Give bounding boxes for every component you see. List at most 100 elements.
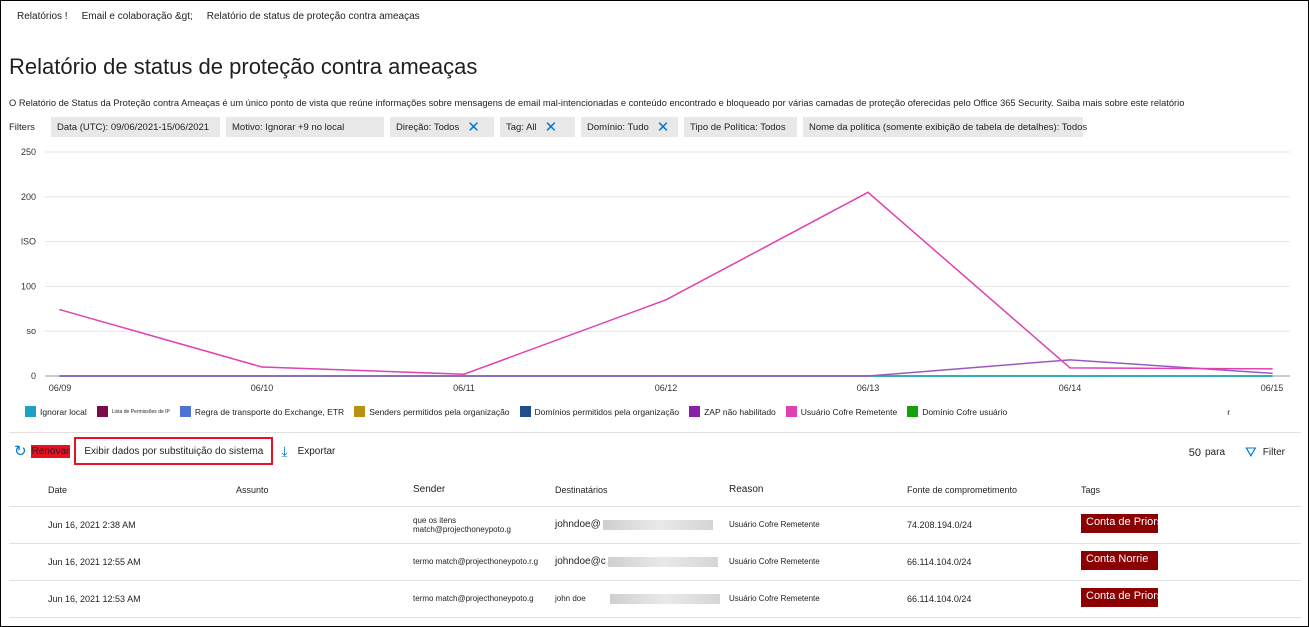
legend-label: r [1227, 406, 1231, 417]
y-tick-label: 0 [31, 371, 36, 381]
data-point[interactable] [867, 191, 869, 194]
download-icon[interactable]: ⤓ [281, 443, 287, 460]
filter-chip-label: Tag: All [506, 121, 537, 133]
data-point[interactable] [261, 366, 263, 368]
table-row[interactable]: Jun 16, 2021 12:55 AM termo match@projec… [9, 543, 1301, 581]
refresh-icon[interactable]: ↻ [14, 442, 27, 460]
data-point[interactable] [59, 375, 61, 377]
legend-label: Domínios permitidos pela organização [534, 406, 680, 417]
filter-chip-label: Tipo de Política: Todos [690, 121, 786, 133]
legend-label: Ignorar local [40, 406, 87, 417]
data-point[interactable] [1271, 375, 1273, 377]
legend-item[interactable]: Senders permitidos pela organização [354, 406, 510, 417]
item-count-suffix: para [1204, 447, 1225, 458]
column-header-sender[interactable]: Sender [379, 474, 555, 507]
cell-date: Jun 16, 2021 12:55 AM [9, 543, 199, 581]
filter-icon[interactable]: ⛛ [1245, 444, 1257, 461]
filter-chip-tag[interactable]: Tag: All ✕ [500, 117, 575, 137]
data-point[interactable] [1271, 372, 1273, 375]
column-header-date[interactable]: Date [9, 474, 199, 507]
filter-chip-label: Data (UTC): 09/06/2021-15/06/2021 [57, 121, 210, 133]
filter-chip-policy-type[interactable]: Tipo de Política: Todos [684, 117, 797, 137]
breadcrumb-email-collab[interactable]: Email e colaboração &gt; [82, 11, 193, 22]
cell-reason: Usuário Cofre Remetente [729, 543, 907, 581]
legend-item[interactable]: Lista de Permissões de IP [96, 406, 170, 417]
legend-item[interactable]: Regra de transporte do Exchange, ETR [179, 406, 344, 417]
legend-swatch [179, 406, 191, 417]
system-override-button[interactable]: Exibir dados por substituição do sistema [74, 437, 274, 465]
legend-swatch [689, 406, 701, 417]
data-point[interactable] [463, 375, 465, 377]
close-icon[interactable]: ✕ [657, 120, 670, 135]
data-point[interactable] [1069, 375, 1071, 377]
filter-chip-label: Motivo: Ignorar +9 no local [232, 121, 345, 133]
close-icon[interactable]: ✕ [467, 120, 480, 135]
data-point[interactable] [261, 375, 263, 377]
data-point[interactable] [59, 308, 61, 311]
data-point[interactable] [1069, 367, 1071, 369]
breadcrumb: Relatórios ! Email e colaboração &gt; Re… [17, 11, 434, 22]
filter-chip-policy-name[interactable]: Nome da política (somente exibição de ta… [803, 117, 1087, 137]
recipient-text: johndoe@ [555, 519, 601, 530]
column-header-reason[interactable]: Reason [729, 474, 907, 507]
cell-recipient: john doe [555, 580, 729, 618]
filter-button[interactable]: Filter [1263, 447, 1285, 458]
page-description: O Relatório de Status da Proteção contra… [9, 98, 1185, 108]
cell-tags: Conta de Priors [1081, 506, 1301, 544]
item-count: 50 [1188, 446, 1201, 459]
y-tick-label: 100 [21, 281, 36, 291]
filter-chip-reason[interactable]: Motivo: Ignorar +9 no local [226, 117, 384, 137]
filters-label: Filters [9, 121, 35, 133]
data-point[interactable] [665, 299, 667, 301]
data-point[interactable] [1271, 368, 1273, 370]
legend-item[interactable]: ZAP não habilitado [689, 406, 776, 417]
legend-swatch [354, 406, 366, 417]
legend-label: Domínio Cofre usuário [922, 406, 1008, 417]
data-point[interactable] [463, 373, 465, 376]
cell-subject [199, 580, 379, 618]
legend-label: ZAP não habilitado [704, 406, 776, 417]
legend-swatch [907, 406, 919, 417]
y-tick-label: lSO [21, 237, 36, 247]
export-button[interactable]: Exportar [298, 446, 336, 457]
series-line[interactable] [59, 191, 1273, 375]
cell-date: Jun 16, 2021 12:53 AM [9, 580, 199, 618]
details-table: Date Assunto Sender Destinatários Reason… [9, 474, 1301, 618]
data-point[interactable] [665, 375, 667, 377]
legend-item[interactable]: Usuário Cofre Remetente [785, 406, 897, 417]
column-header-tags[interactable]: Tags [1081, 474, 1301, 507]
filter-chip-date[interactable]: Data (UTC): 09/06/2021-15/06/2021 [51, 117, 220, 137]
breadcrumb-reports[interactable]: Relatórios ! [17, 11, 68, 22]
column-header-source[interactable]: Fonte de comprometimento [907, 474, 1081, 507]
table-row[interactable]: Jun 16, 2021 2:38 AM que os itens match@… [9, 506, 1301, 544]
legend-item[interactable]: r [1227, 407, 1230, 417]
cell-sender: que os itens match@projecthoneypoto.g [379, 506, 555, 544]
data-point[interactable] [867, 375, 869, 377]
cell-reason: Usuário Cofre Remetente [729, 580, 907, 618]
legend-item[interactable]: Domínios permitidos pela organização [519, 406, 680, 417]
redacted-block [607, 556, 718, 567]
x-tick-label: 06/13 [857, 383, 880, 393]
close-icon[interactable]: ✕ [545, 120, 558, 135]
column-header-recipients[interactable]: Destinatários [555, 474, 729, 507]
column-header-subject[interactable]: Assunto [199, 474, 379, 507]
filter-chip-domain[interactable]: Domínio: Tudo ✕ [581, 117, 678, 137]
legend-item[interactable]: Ignorar local [25, 406, 87, 417]
data-point[interactable] [1069, 359, 1071, 361]
table-row[interactable]: Jun 16, 2021 12:53 AM termo match@projec… [9, 580, 1301, 618]
cell-source: 66.114.104.0/24 [907, 543, 1081, 581]
filter-chip-direction[interactable]: Direção: Todos ✕ [390, 117, 494, 137]
legend-item[interactable]: Domínio Cofre usuário [907, 406, 1007, 417]
cell-source: 66.114.104.0/24 [907, 580, 1081, 618]
tag-badge: Conta de Priors [1081, 588, 1158, 607]
cell-tags: Conta de Priors [1081, 580, 1301, 618]
y-tick-label: 250 [21, 147, 36, 157]
legend-swatch [96, 406, 108, 417]
cell-reason: Usuário Cofre Remetente [729, 506, 907, 544]
tag-badge: Conta Norrie [1081, 551, 1158, 570]
refresh-button[interactable]: Renovar [30, 444, 71, 458]
chart-legend: Ignorar local Lista de Permissões de IP Re… [25, 406, 1240, 417]
cell-recipient: johndoe@c [555, 543, 729, 581]
redacted-block [609, 593, 720, 604]
cell-tags: Conta Norrie [1081, 543, 1301, 581]
